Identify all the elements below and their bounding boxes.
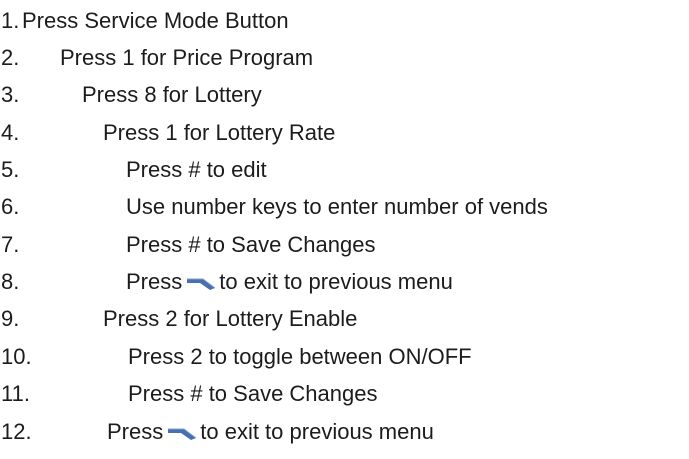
step-number: 4. (1, 120, 20, 145)
back-arrow-icon (187, 278, 216, 290)
step-number: 11. (1, 381, 30, 406)
step-text: Press 2 for Lottery Enable (103, 306, 358, 331)
step-number: 2. (1, 45, 20, 70)
step-number: 7. (1, 232, 20, 257)
step-text: Use number keys to enter number of vends (126, 194, 548, 219)
step-text: Press # to edit (126, 157, 267, 182)
step-text-before: Press (126, 269, 183, 294)
step-number: 8. (1, 269, 20, 294)
step-text: Press Service Mode Button (22, 8, 289, 33)
step-number: 5. (1, 157, 20, 182)
step-number: 10. (1, 344, 32, 369)
step-text: Press to exit to previous menu (107, 414, 434, 450)
step-number: 6. (1, 194, 20, 219)
step-text-after: to exit to previous menu (200, 419, 434, 444)
step-text: Press 2 to toggle between ON/OFF (128, 344, 472, 369)
step-text: Press 8 for Lottery (82, 82, 262, 107)
step-number: 3. (1, 82, 20, 107)
step-number: 9. (1, 306, 20, 331)
step-text-after: to exit to previous menu (219, 269, 453, 294)
step-number: 12. (1, 419, 32, 444)
step-text: Press 1 for Price Program (60, 45, 314, 70)
step-text: Press # to Save Changes (126, 232, 376, 257)
back-arrow-icon (168, 428, 197, 440)
step-text-before: Press (107, 419, 164, 444)
instruction-list: 1. Press Service Mode Button 2. Press 1 … (0, 0, 689, 459)
step-number: 1. (1, 8, 20, 33)
step-text: Press # to Save Changes (128, 381, 378, 406)
step-text: Press to exit to previous menu (126, 264, 453, 300)
step-text: Press 1 for Lottery Rate (103, 120, 336, 145)
